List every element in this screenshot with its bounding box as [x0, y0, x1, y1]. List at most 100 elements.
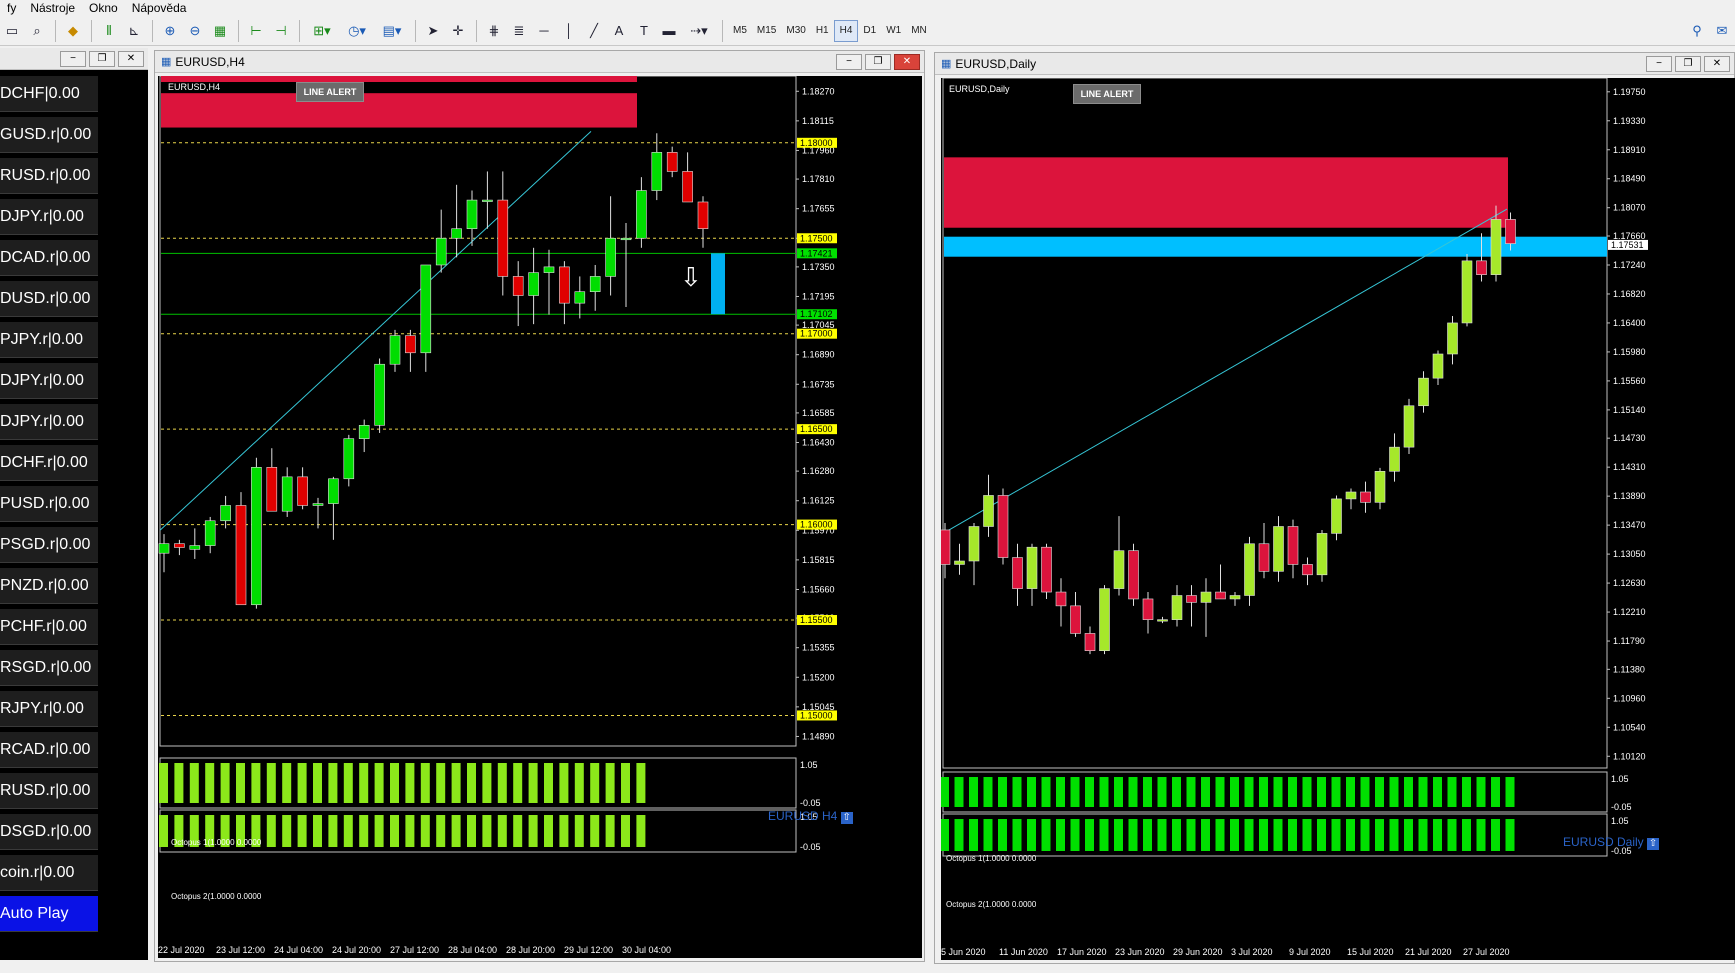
trendline-icon[interactable]: ╱: [582, 19, 606, 43]
vertical-line-icon[interactable]: │: [557, 19, 581, 43]
watchlist-item[interactable]: PNZD.r|0.00: [0, 568, 98, 604]
minimize-button[interactable]: −: [1646, 56, 1672, 72]
indicators-icon[interactable]: ⊞▾: [305, 19, 339, 43]
text-icon[interactable]: A: [607, 19, 631, 43]
price-tick-label: 1.17195: [802, 291, 835, 301]
oscillator-bar: [1331, 819, 1341, 851]
candle-body: [651, 152, 663, 191]
watchlist-item[interactable]: DSGD.r|0.00: [0, 814, 98, 850]
oscillator-bar: [1143, 819, 1152, 851]
watchlist-item[interactable]: GUSD.r|0.00: [0, 117, 98, 153]
watchlist-item[interactable]: PUSD.r|0.00: [0, 486, 98, 522]
price-tick-label: 1.18490: [1613, 174, 1646, 184]
candle-body: [374, 363, 385, 426]
oscillator-bar: [1027, 777, 1036, 807]
watchlist-item[interactable]: DJPY.r|0.00: [0, 199, 98, 235]
cursor-icon[interactable]: ➤: [421, 19, 445, 43]
watchlist-item[interactable]: RUSD.r|0.00: [0, 773, 98, 809]
price-tick-label: 1.19750: [1613, 87, 1646, 97]
watchlist-item[interactable]: RUSD.r|0.00: [0, 158, 98, 194]
bar-chart-icon[interactable]: ⫴: [97, 19, 121, 43]
tf-m15[interactable]: M15: [752, 20, 781, 42]
menu-tools[interactable]: Nástroje: [23, 1, 82, 15]
crosshair-icon[interactable]: ✛: [446, 19, 470, 43]
h4-chart-area[interactable]: 1.182701.181151.179601.178101.176551.175…: [158, 76, 922, 958]
rectangle-icon[interactable]: ▬: [657, 19, 681, 43]
oscillator-bar: [983, 777, 993, 807]
periods-icon[interactable]: ◷▾: [340, 19, 374, 43]
daily-chart-area[interactable]: 1.19750 1.19330 1.18910 1.18490 1.18070 1.176…: [941, 78, 1735, 960]
restore-button[interactable]: ❐: [89, 51, 115, 67]
autoscroll-icon[interactable]: ⊣: [269, 19, 293, 43]
candle: [251, 457, 262, 609]
watchlist-item[interactable]: PCHF.r|0.00: [0, 609, 98, 645]
price-tick-label: 1.16735: [802, 379, 835, 389]
templates-icon[interactable]: ▤▾: [375, 19, 409, 43]
watchlist-item[interactable]: DJPY.r|0.00: [0, 363, 98, 399]
candle-body: [420, 264, 432, 354]
arrows-icon[interactable]: ⇢▾: [682, 19, 716, 43]
horizontal-line-icon[interactable]: ─: [532, 19, 556, 43]
oscillator-bar: [374, 815, 384, 847]
oscillator-bar: [1128, 777, 1138, 807]
restore-button[interactable]: ❐: [1675, 56, 1701, 72]
watchlist-item[interactable]: DJPY.r|0.00: [0, 404, 98, 440]
daily-chart[interactable]: 1.197501.193301.189101.184901.180701.176…: [941, 78, 1735, 960]
close-button[interactable]: ✕: [118, 51, 144, 67]
oscillator-bar: [559, 763, 569, 803]
close-button[interactable]: ✕: [1704, 56, 1730, 72]
line-chart-icon[interactable]: ⊾: [122, 19, 146, 43]
menu-help[interactable]: Nápověda: [125, 1, 194, 15]
osc-axis-label: 1.05: [1611, 816, 1629, 826]
fibonacci-icon[interactable]: ⋕: [482, 19, 506, 43]
tf-m5[interactable]: M5: [728, 20, 752, 42]
candle-body: [1316, 533, 1328, 576]
tf-mn[interactable]: MN: [906, 20, 932, 42]
watchlist-item[interactable]: RCAD.r|0.00: [0, 732, 98, 768]
tf-d1[interactable]: D1: [858, 20, 881, 42]
watchlist-item[interactable]: DCHF|0.00: [0, 76, 98, 112]
zoom-in-icon[interactable]: ⊕: [158, 19, 182, 43]
chart-shift-icon[interactable]: ⊢: [244, 19, 268, 43]
close-button[interactable]: ✕: [894, 54, 920, 70]
tf-h4[interactable]: H4: [833, 19, 859, 42]
search-icon[interactable]: ⚲: [1685, 19, 1709, 43]
oscillator-bar: [1389, 777, 1399, 807]
tf-w1[interactable]: W1: [881, 20, 906, 42]
menu-file[interactable]: fy: [0, 1, 23, 15]
watchlist-item[interactable]: PJPY.r|0.00: [0, 322, 98, 358]
restore-button[interactable]: ❐: [865, 54, 891, 70]
zoom-icon[interactable]: ▭: [0, 19, 24, 43]
tf-h1[interactable]: H1: [811, 20, 834, 42]
watchlist-item[interactable]: DUSD.r|0.00: [0, 281, 98, 317]
oscillator-bar: [1418, 777, 1428, 807]
tile-windows-icon[interactable]: ▦: [208, 19, 232, 43]
menu-window[interactable]: Okno: [82, 1, 125, 15]
minimize-button[interactable]: −: [60, 51, 86, 67]
text-label-icon[interactable]: T: [632, 19, 656, 43]
osc-axis-label: -0.05: [800, 798, 821, 808]
line-alert-button[interactable]: LINE ALERT: [1073, 84, 1141, 104]
candle: [343, 434, 355, 487]
time-tick-label: 24 Jul 04:00: [274, 945, 323, 955]
candle-body: [1070, 605, 1081, 634]
watchlist-item[interactable]: coin.r|0.00: [0, 855, 98, 891]
minimize-button[interactable]: −: [836, 54, 862, 70]
time-tick-label: 27 Jul 2020: [1463, 947, 1510, 957]
watchlist-item[interactable]: RSGD.r|0.00: [0, 650, 98, 686]
community-icon[interactable]: ✉: [1710, 19, 1734, 43]
h4-chart[interactable]: 1.182701.181151.179601.178101.176551.175…: [158, 76, 922, 958]
watchlist-header: − ❐ ✕: [0, 48, 148, 70]
oscillator-bar: [1259, 777, 1268, 807]
tf-m30[interactable]: M30: [781, 20, 810, 42]
watchlist-item[interactable]: DCHF.r|0.00: [0, 445, 98, 481]
print-icon[interactable]: ⌕: [25, 19, 49, 43]
line-alert-button[interactable]: LINE ALERT: [296, 82, 364, 102]
watchlist-item[interactable]: DCAD.r|0.00: [0, 240, 98, 276]
channel-icon[interactable]: ≣: [507, 19, 531, 43]
autotrading-icon[interactable]: ◆: [61, 19, 85, 43]
watchlist-item[interactable]: RJPY.r|0.00: [0, 691, 98, 727]
watchlist-item[interactable]: PSGD.r|0.00: [0, 527, 98, 563]
auto-play-button[interactable]: Auto Play: [0, 896, 98, 932]
zoom-out-icon[interactable]: ⊖: [183, 19, 207, 43]
